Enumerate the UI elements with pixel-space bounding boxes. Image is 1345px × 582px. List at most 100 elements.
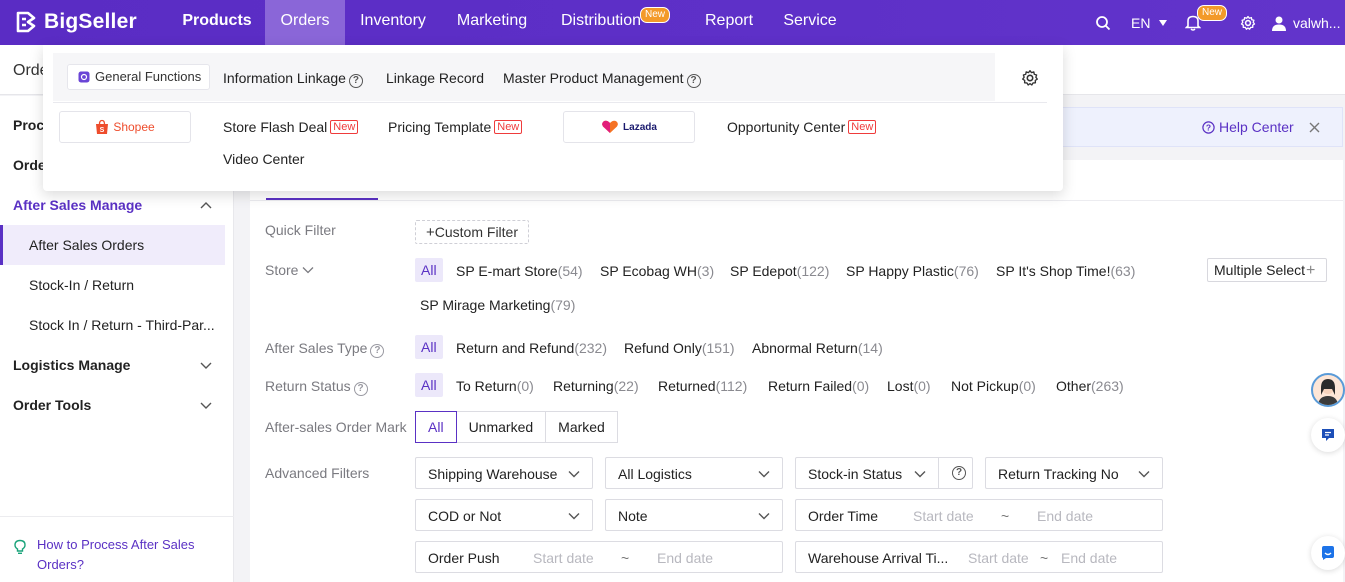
opportunity-center-link[interactable]: Opportunity Center New (727, 119, 877, 135)
return-tracking-select[interactable]: Return Tracking No (985, 457, 1163, 489)
type-option-count: (151) (701, 340, 735, 356)
question-icon[interactable]: ? (370, 344, 385, 358)
cod-select[interactable]: COD or Not (415, 499, 593, 531)
note-select[interactable]: Note (605, 499, 783, 531)
sidebar-item-stock-in-return[interactable]: Stock-In / Return (0, 265, 225, 305)
language-label: EN (1131, 14, 1151, 31)
status-option-name: Return Failed (768, 378, 853, 394)
status-option[interactable]: Returned(112) (658, 378, 747, 394)
multiple-select-button[interactable]: Multiple Select+ (1207, 258, 1327, 282)
order-time-range[interactable]: Order Time Start date ~ End date (795, 499, 1163, 531)
range-separator: ~ (1040, 550, 1049, 566)
order-push-range[interactable]: Order Push Start date ~ End date (415, 541, 783, 573)
status-option-count: (0) (516, 378, 534, 394)
mark-all-button[interactable]: All (415, 411, 457, 443)
logistics-select[interactable]: All Logistics (605, 457, 783, 489)
status-option[interactable]: Return Failed(0) (768, 378, 869, 394)
close-icon[interactable] (1309, 122, 1320, 133)
end-date-input[interactable]: End date (657, 550, 713, 566)
store-option[interactable]: SP Mirage Marketing(79) (420, 297, 575, 313)
new-tag: New (330, 120, 359, 134)
custom-filter-button[interactable]: +Custom Filter (415, 220, 529, 244)
start-date-input[interactable]: Start date (533, 550, 594, 566)
type-all-chip[interactable]: All (415, 335, 443, 359)
support-agent-avatar[interactable] (1311, 373, 1345, 407)
sidebar-item-order-tools[interactable]: Order Tools (0, 385, 225, 425)
status-option[interactable]: Not Pickup(0) (951, 378, 1036, 394)
store-flash-deal-link[interactable]: Store Flash Deal New (223, 119, 359, 135)
nav-inventory[interactable]: Inventory (350, 0, 436, 45)
status-all-chip[interactable]: All (415, 373, 443, 397)
plus-icon: + (1306, 262, 1316, 279)
nav-marketing[interactable]: Marketing (446, 0, 538, 45)
store-all-chip[interactable]: All (415, 258, 443, 282)
status-option[interactable]: To Return(0) (456, 378, 534, 394)
assistant-button[interactable] (1311, 536, 1345, 570)
end-date-input[interactable]: End date (1061, 550, 1117, 566)
nav-report[interactable]: Report (696, 0, 762, 45)
status-option-count: (22) (613, 378, 639, 394)
sidebar-item-logistics-manage[interactable]: Logistics Manage (0, 345, 225, 385)
settings-button[interactable] (1240, 0, 1256, 45)
video-center-link[interactable]: Video Center (223, 151, 304, 167)
linkage-record-link[interactable]: Linkage Record (386, 70, 484, 86)
type-option[interactable]: Refund Only(151) (624, 340, 735, 356)
store-option[interactable]: SP Ecobag WH(3) (600, 263, 714, 279)
sidebar-item-stock-in-return-third-party[interactable]: Stock In / Return - Third-Par... (0, 305, 225, 345)
sidebar-item-label: Logistics Manage (13, 357, 131, 373)
lazada-heart-icon (602, 120, 618, 133)
gear-icon[interactable] (1021, 69, 1039, 87)
type-option[interactable]: Abnormal Return(14) (752, 340, 883, 356)
type-option[interactable]: Return and Refund(232) (456, 340, 607, 356)
nav-service[interactable]: Service (776, 0, 844, 45)
sidebar-item-after-sales-orders[interactable]: After Sales Orders (0, 225, 225, 265)
store-option[interactable]: SP It's Shop Time!(63) (996, 263, 1135, 279)
status-option[interactable]: Other(263) (1056, 378, 1124, 394)
feedback-button[interactable] (1311, 418, 1345, 452)
help-link[interactable]: How to Process After Sales Orders? (37, 535, 217, 575)
type-option-name: Refund Only (624, 340, 702, 356)
help-center-link[interactable]: ? Help Center (1202, 119, 1294, 135)
brand-logo[interactable]: BigSeller (14, 9, 137, 35)
mark-marked-button[interactable]: Marked (545, 411, 618, 443)
warehouse-arrival-range[interactable]: Warehouse Arrival Ti... Start date ~ End… (795, 541, 1163, 573)
store-option[interactable]: SP Edepot(122) (730, 263, 829, 279)
lightbulb-icon (14, 539, 26, 554)
stock-in-status-select[interactable]: Stock-in Status ? (795, 457, 973, 489)
nav-products[interactable]: Products (172, 0, 262, 45)
nav-distribution[interactable]: Distribution (555, 0, 647, 45)
svg-text:?: ? (1206, 122, 1211, 132)
status-option[interactable]: Lost(0) (887, 378, 931, 394)
link-label: Store Flash Deal (223, 119, 328, 135)
question-icon[interactable]: ? (952, 466, 966, 480)
nav-orders[interactable]: Orders (265, 0, 345, 45)
start-date-input[interactable]: Start date (968, 550, 1029, 566)
question-icon[interactable]: ? (353, 382, 368, 396)
start-date-input[interactable]: Start date (913, 508, 974, 524)
end-date-input[interactable]: End date (1037, 508, 1093, 524)
active-tab-indicator (266, 198, 378, 200)
question-icon[interactable]: ? (348, 74, 363, 88)
mark-unmarked-button[interactable]: Unmarked (455, 411, 547, 443)
language-selector[interactable]: EN (1131, 0, 1168, 45)
store-filter-toggle[interactable]: Store (265, 262, 314, 278)
link-label: Opportunity Center (727, 119, 846, 135)
chevron-down-icon (568, 471, 580, 478)
question-icon[interactable]: ? (686, 74, 701, 88)
user-menu[interactable]: valwh... (1271, 0, 1340, 45)
search-button[interactable] (1095, 0, 1111, 45)
sidebar-item-after-sales-manage[interactable]: After Sales Manage (0, 185, 225, 225)
store-option[interactable]: SP Happy Plastic(76) (846, 263, 979, 279)
store-label: Store (265, 262, 299, 278)
return-status-label-group: Return Status? (265, 378, 368, 396)
store-option[interactable]: SP E-mart Store(54) (456, 263, 583, 279)
information-linkage-link[interactable]: Information Linkage? (223, 70, 363, 88)
master-product-management-link[interactable]: Master Product Management? (503, 70, 701, 88)
help-circle-icon: ? (1202, 120, 1215, 134)
chevron-up-icon (200, 202, 212, 209)
status-option[interactable]: Returning(22) (553, 378, 639, 394)
shipping-warehouse-select[interactable]: Shipping Warehouse (415, 457, 593, 489)
general-functions-chip[interactable]: General Functions (67, 64, 211, 90)
chevron-down-icon (568, 513, 580, 520)
pricing-template-link[interactable]: Pricing Template New (388, 119, 523, 135)
